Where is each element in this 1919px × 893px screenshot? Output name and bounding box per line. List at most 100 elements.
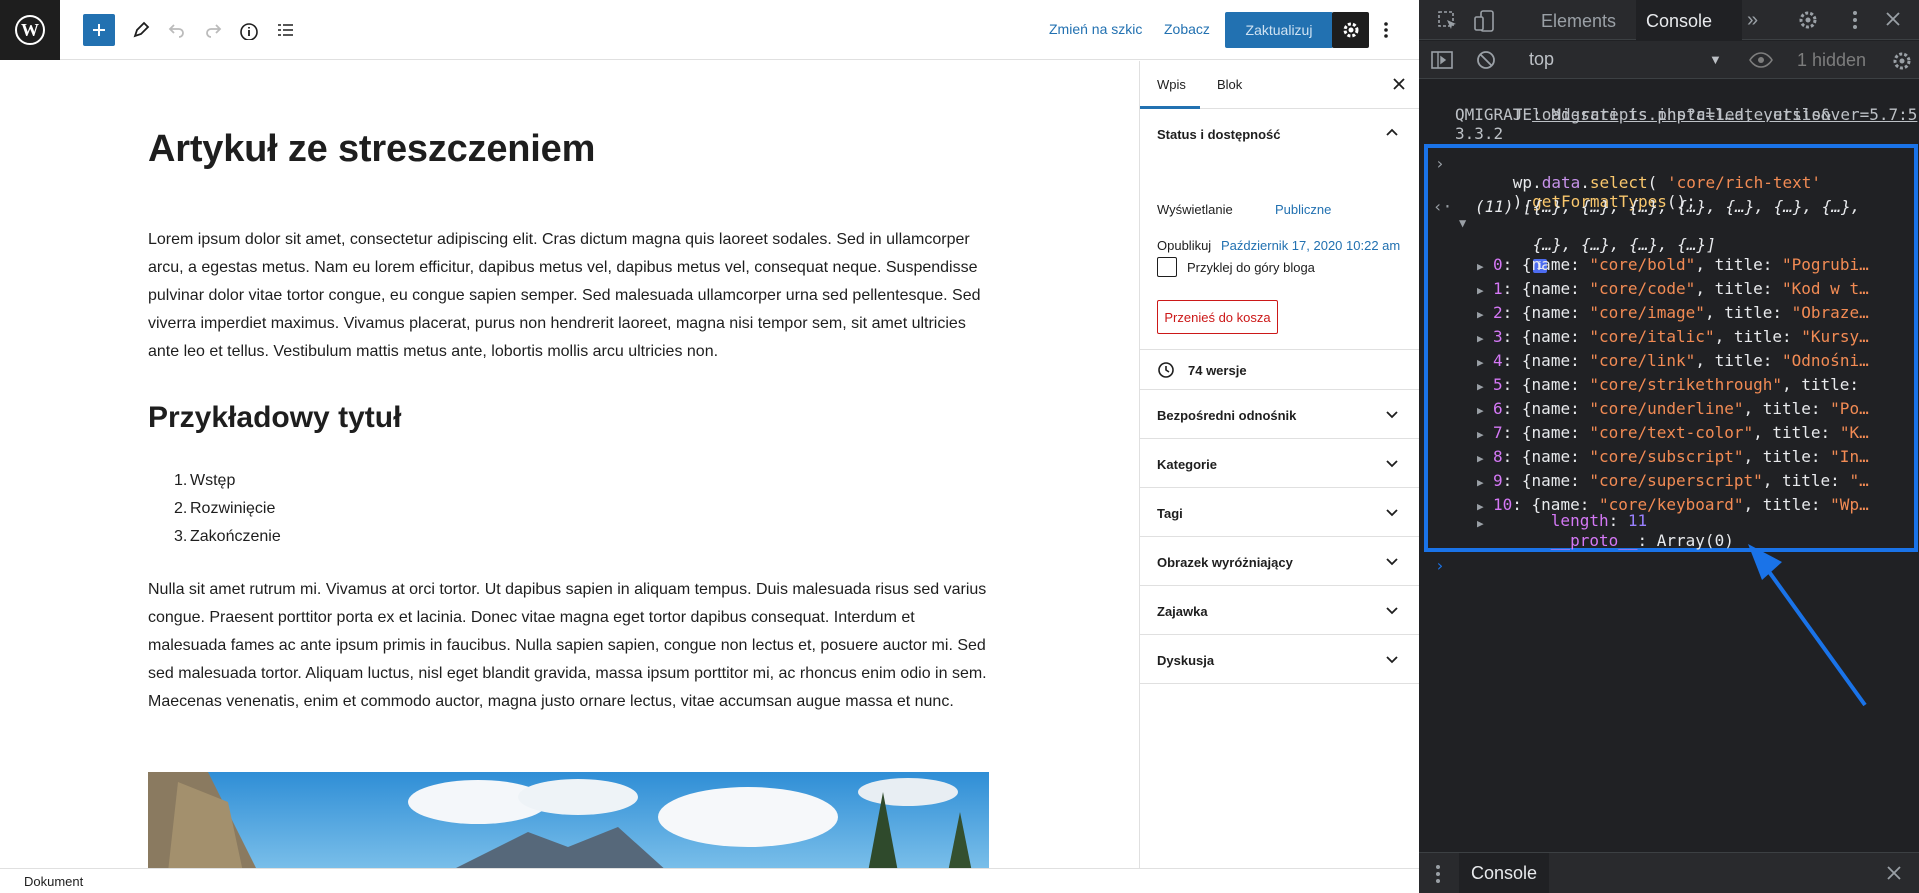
panel-title: Zajawka (1157, 604, 1208, 619)
expand-triangle-icon[interactable]: ▶ (1477, 377, 1484, 396)
image-block[interactable] (148, 772, 989, 868)
panel-discussion[interactable]: Dyskusja (1140, 635, 1420, 684)
expand-triangle-icon[interactable]: ▶ (1477, 257, 1484, 276)
sidebar-tabs: Wpis Blok (1140, 61, 1420, 109)
history-icon (1157, 361, 1175, 384)
device-toolbar-icon[interactable] (1472, 9, 1496, 38)
kebab-menu-icon[interactable] (1853, 10, 1857, 35)
close-icon[interactable] (1884, 10, 1902, 33)
tab-block[interactable]: Blok (1217, 77, 1242, 92)
expand-triangle-icon[interactable]: ▶ (1477, 514, 1484, 533)
expand-triangle-icon[interactable]: ▼ (1459, 214, 1466, 233)
tab-console: Console (1646, 11, 1713, 31)
revisions-row[interactable]: 74 wersje (1140, 350, 1420, 390)
expand-triangle-icon[interactable]: ▶ (1477, 425, 1484, 444)
drawer-tab-console[interactable]: Console (1459, 853, 1549, 893)
proto-row[interactable]: __proto__: Array(0) (1493, 512, 1734, 569)
more-tabs-icon[interactable]: » (1747, 9, 1758, 32)
list-item-text: Wstęp (190, 472, 236, 489)
expand-triangle-icon[interactable]: ▶ (1477, 329, 1484, 348)
item-title: "Odnośni… (1782, 351, 1869, 370)
proto-value: Array(0) (1656, 531, 1734, 550)
panel-title: Obrazek wyróżniający (1157, 555, 1293, 570)
panel-featured-image[interactable]: Obrazek wyróżniający (1140, 537, 1420, 586)
wordpress-logo-icon[interactable]: W (0, 0, 60, 60)
item-index: 7 (1493, 423, 1503, 442)
panel-categories[interactable]: Kategorie (1140, 439, 1420, 488)
tab-console-active[interactable]: Console (1636, 0, 1742, 40)
publish-date-value[interactable]: Październik 17, 2020 10:22 am (1221, 238, 1400, 253)
array-item-row[interactable]: 1: {name: "core/code", title: "Kod w t… (1493, 279, 1869, 298)
update-button[interactable]: Zaktualizuj (1225, 12, 1333, 48)
panel-status[interactable]: Status i dostępność (1140, 109, 1420, 158)
paragraph-block[interactable]: Lorem ipsum dolor sit amet, consectetur … (148, 226, 993, 366)
expand-triangle-icon[interactable]: ▶ (1477, 473, 1484, 492)
panel-title: Kategorie (1157, 457, 1217, 472)
item-name: "core/text-color" (1589, 423, 1754, 442)
more-options-button[interactable] (1376, 14, 1396, 46)
item-title: "Kod w t… (1782, 279, 1869, 298)
info-icon (240, 23, 258, 40)
expand-triangle-icon[interactable]: ▶ (1477, 401, 1484, 420)
array-item-row[interactable]: 5: {name: "core/strikethrough", title: (1493, 375, 1869, 394)
panel-excerpt[interactable]: Zajawka (1140, 586, 1420, 635)
settings-button[interactable] (1332, 12, 1369, 48)
tab-elements[interactable]: Elements (1541, 11, 1616, 32)
result-summary[interactable]: (11) [{…}, {…}, {…}, {…}, {…}, {…}, {…}, (1475, 197, 1860, 216)
array-item-row[interactable]: 3: {name: "core/italic", title: "Kursy… (1493, 327, 1869, 346)
array-item-row[interactable]: 2: {name: "core/image", title: "Obraze… (1493, 303, 1869, 322)
expand-triangle-icon[interactable]: ▶ (1477, 449, 1484, 468)
array-item-row[interactable]: 0: {name: "core/bold", title: "Pogrubi… (1493, 255, 1869, 274)
heading-block[interactable]: Przykładowy tytuł (148, 401, 401, 435)
array-item-row[interactable]: 9: {name: "core/superscript", title: "… (1493, 471, 1869, 490)
item-name: "core/strikethrough" (1589, 375, 1782, 394)
tools-button[interactable] (125, 14, 157, 46)
panel-tags[interactable]: Tagi (1140, 488, 1420, 537)
expand-triangle-icon[interactable]: ▶ (1477, 305, 1484, 324)
item-title: "… (1849, 471, 1869, 490)
array-item-row[interactable]: 7: {name: "core/text-color", title: "K… (1493, 423, 1869, 442)
add-block-button[interactable] (83, 14, 115, 46)
gear-icon (1343, 22, 1358, 38)
switch-to-draft-link[interactable]: Zmień na szkic (1049, 21, 1142, 37)
context-select[interactable]: top ▼ (1529, 49, 1725, 73)
console-prompt-icon[interactable]: › (1435, 556, 1445, 575)
undo-button[interactable] (161, 14, 193, 46)
redo-button[interactable] (197, 14, 229, 46)
chevron-up-icon (1384, 125, 1400, 146)
array-item-row[interactable]: 4: {name: "core/link", title: "Odnośni… (1493, 351, 1869, 370)
clear-console-icon[interactable] (1476, 50, 1496, 75)
panel-title: Bezpośredni odnośnik (1157, 408, 1297, 423)
panel-permalink[interactable]: Bezpośredni odnośnik (1140, 390, 1420, 439)
kebab-menu-icon[interactable] (1436, 864, 1440, 889)
result-arrow-icon: ‹· (1433, 197, 1453, 216)
array-item-row[interactable]: 8: {name: "core/subscript", title: "In… (1493, 447, 1869, 466)
expand-triangle-icon[interactable]: ▶ (1477, 353, 1484, 372)
gear-icon[interactable] (1891, 50, 1913, 77)
move-to-trash-button[interactable]: Przenieś do kosza (1157, 300, 1278, 334)
list-item[interactable]: 1. Wstęp (148, 467, 281, 495)
item-name: "core/underline" (1589, 399, 1744, 418)
list-block[interactable]: 1. Wstęp 2. Rozwinięcie 3. Zakończenie (148, 467, 281, 551)
item-title: "Wp… (1830, 495, 1869, 514)
paragraph-block[interactable]: Nulla sit amet rutrum mi. Vivamus at orc… (148, 576, 993, 716)
details-button[interactable] (233, 14, 265, 46)
breadcrumb-document[interactable]: Dokument (24, 874, 83, 889)
close-sidebar-icon[interactable] (1392, 75, 1406, 96)
array-item-row[interactable]: 6: {name: "core/underline", title: "Po… (1493, 399, 1869, 418)
eye-icon[interactable] (1749, 51, 1773, 74)
list-item[interactable]: 2. Rozwinięcie (148, 495, 281, 523)
list-item[interactable]: 3. Zakończenie (148, 523, 281, 551)
post-title[interactable]: Artykuł ze streszczeniem (148, 128, 595, 171)
inspect-element-icon[interactable] (1437, 10, 1459, 37)
list-view-button[interactable] (269, 14, 301, 46)
expand-triangle-icon[interactable]: ▶ (1477, 281, 1484, 300)
preview-link[interactable]: Zobacz (1164, 21, 1210, 37)
list-view-icon (278, 24, 293, 36)
gear-icon[interactable] (1797, 9, 1819, 36)
visibility-value[interactable]: Publiczne (1275, 202, 1331, 217)
sticky-checkbox[interactable] (1157, 257, 1177, 277)
sidebar-toggle-icon[interactable] (1431, 50, 1453, 75)
close-icon[interactable] (1885, 864, 1903, 887)
tab-post[interactable]: Wpis (1157, 77, 1186, 92)
